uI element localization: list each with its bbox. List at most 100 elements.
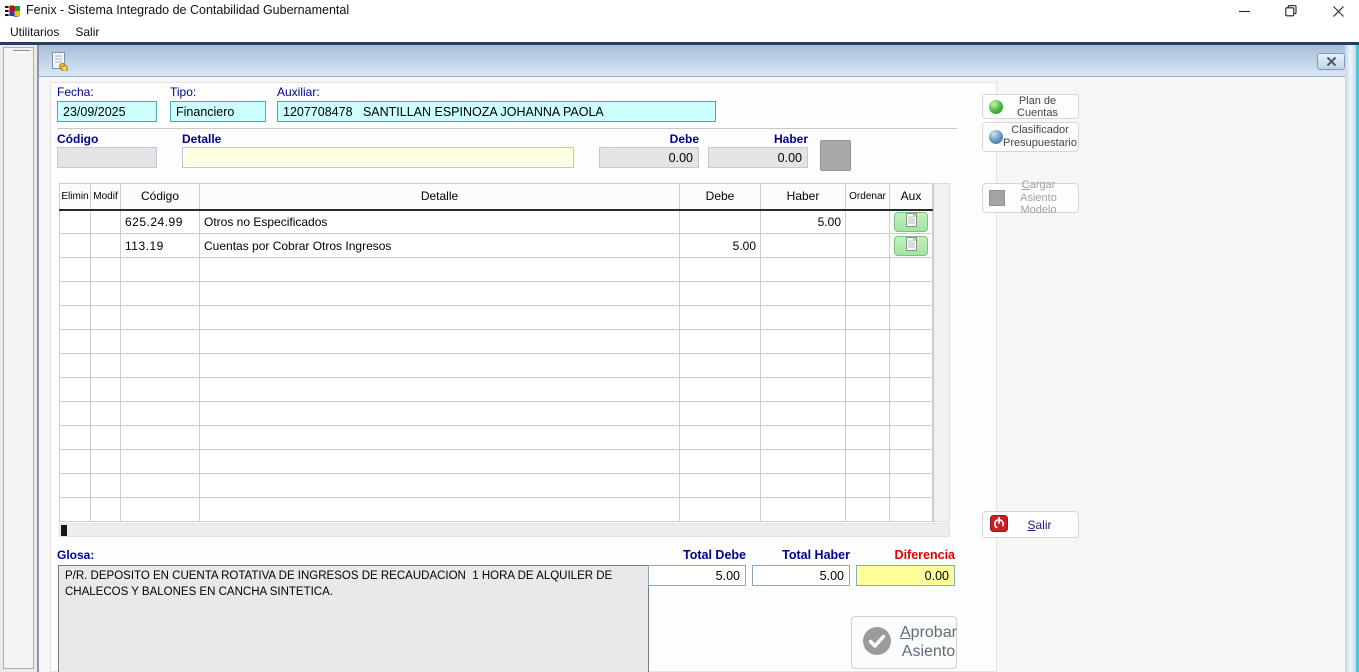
notepad-icon xyxy=(905,237,918,254)
grid-header-haber: Haber xyxy=(761,184,846,210)
detalle-input[interactable] xyxy=(182,147,574,168)
grid-header-debe: Debe xyxy=(680,184,761,210)
grid-cell-detalle xyxy=(200,402,680,426)
grid-row[interactable] xyxy=(60,306,933,330)
grid-cell-ordenar xyxy=(846,210,890,234)
glosa-label: Glosa: xyxy=(57,548,94,562)
grid-row[interactable]: 625.24.99Otros no Especificados5.00 xyxy=(60,210,933,234)
aux-detail-button[interactable] xyxy=(894,212,928,232)
asiento-grid: Elimin Modif Código Detalle Debe Haber O… xyxy=(59,183,950,522)
cargar-asiento-modelo-button[interactable]: Cargar Asiento Modelo xyxy=(982,183,1079,213)
grid-cell-aux xyxy=(890,450,933,474)
debe-input[interactable] xyxy=(599,147,699,168)
grid-row[interactable] xyxy=(60,282,933,306)
codigo-label: Código xyxy=(57,132,98,146)
grid-cell-debe xyxy=(680,354,761,378)
haber-input[interactable] xyxy=(708,147,808,168)
grid-cell-modif xyxy=(91,402,121,426)
grid-row[interactable] xyxy=(60,330,933,354)
total-debe-label: Total Debe xyxy=(648,548,746,562)
grid-horizontal-scrollbar[interactable] xyxy=(59,523,950,537)
grid-header-modif: Modif xyxy=(91,184,121,210)
total-debe-field[interactable] xyxy=(648,565,746,586)
clasificador-label: Clasificador Presupuestario xyxy=(1003,124,1077,149)
grid-row[interactable] xyxy=(60,426,933,450)
add-entry-button[interactable] xyxy=(820,140,851,171)
grid-row[interactable] xyxy=(60,498,933,522)
grid-cell-debe xyxy=(680,474,761,498)
auxiliar-input[interactable] xyxy=(277,101,716,122)
blue-sphere-icon xyxy=(989,130,1003,144)
fecha-input[interactable] xyxy=(57,101,157,122)
grid-cell-codigo xyxy=(121,354,200,378)
grid-cell-haber xyxy=(761,402,846,426)
grid-cell-haber xyxy=(761,234,846,258)
grid-vertical-scrollbar[interactable] xyxy=(933,183,950,522)
grid-row[interactable] xyxy=(60,258,933,282)
grid-cell-aux xyxy=(890,474,933,498)
grid-cell-aux xyxy=(890,498,933,522)
grid-cell-detalle xyxy=(200,378,680,402)
grid-cell-haber xyxy=(761,306,846,330)
grid-cell-codigo xyxy=(121,474,200,498)
grid-cell-debe xyxy=(680,330,761,354)
grid-header-ordenar: Ordenar xyxy=(846,184,890,210)
glosa-textarea[interactable] xyxy=(58,565,649,672)
grid-cell-codigo xyxy=(121,258,200,282)
minimize-button[interactable] xyxy=(1228,0,1260,22)
grid-cell-detalle: Cuentas por Cobrar Otros Ingresos xyxy=(200,234,680,258)
grid-cell-codigo xyxy=(121,426,200,450)
grid-row[interactable] xyxy=(60,474,933,498)
notepad-icon xyxy=(905,213,918,230)
debe-label: Debe xyxy=(599,132,699,146)
green-sphere-icon xyxy=(989,100,1003,114)
diferencia-field[interactable] xyxy=(856,565,955,586)
grid-cell-debe xyxy=(680,282,761,306)
grid-cell-elimin xyxy=(60,402,91,426)
hscroll-thumb[interactable] xyxy=(61,525,67,536)
splitter-grip[interactable] xyxy=(13,50,30,53)
child-close-button[interactable] xyxy=(1317,53,1345,70)
grid-cell-detalle xyxy=(200,354,680,378)
restore-button[interactable] xyxy=(1275,0,1307,22)
grid-row[interactable] xyxy=(60,402,933,426)
left-collapsed-panel xyxy=(3,47,34,669)
grid-cell-modif xyxy=(91,258,121,282)
clasificador-presupuestario-button[interactable]: Clasificador Presupuestario xyxy=(982,122,1079,152)
aux-detail-button[interactable] xyxy=(894,236,928,256)
grid-cell-codigo xyxy=(121,330,200,354)
grid-cell-debe xyxy=(680,258,761,282)
mdi-scrollbar[interactable] xyxy=(1345,45,1356,672)
menu-item-utilitarios[interactable]: Utilitarios xyxy=(2,23,67,41)
grid-cell-debe xyxy=(680,210,761,234)
grid-cell-haber xyxy=(761,330,846,354)
menu-item-salir[interactable]: Salir xyxy=(67,23,107,41)
grid-header-row: Elimin Modif Código Detalle Debe Haber O… xyxy=(60,184,933,210)
grid-cell-detalle xyxy=(200,258,680,282)
grid-cell-detalle xyxy=(200,498,680,522)
grid-cell-haber xyxy=(761,426,846,450)
grid-cell-codigo: 625.24.99 xyxy=(121,210,200,234)
codigo-input[interactable] xyxy=(57,147,157,168)
power-icon xyxy=(990,515,1008,535)
grid-cell-haber xyxy=(761,354,846,378)
grid-cell-debe xyxy=(680,498,761,522)
salir-button[interactable]: Salir xyxy=(982,511,1079,538)
total-haber-field[interactable] xyxy=(752,565,850,586)
grid-row[interactable]: 113.19Cuentas por Cobrar Otros Ingresos5… xyxy=(60,234,933,258)
grid-cell-elimin xyxy=(60,426,91,450)
grid-row[interactable] xyxy=(60,378,933,402)
plan-de-cuentas-button[interactable]: Plan de Cuentas xyxy=(982,94,1079,119)
grid-cell-aux xyxy=(890,330,933,354)
grid-cell-ordenar xyxy=(846,474,890,498)
grid-cell-detalle xyxy=(200,474,680,498)
aprobar-asiento-button[interactable]: Aprobar Asiento xyxy=(851,616,957,669)
grid-row[interactable] xyxy=(60,450,933,474)
tipo-input[interactable] xyxy=(170,101,266,122)
close-button[interactable] xyxy=(1322,0,1354,22)
grid-cell-aux xyxy=(890,234,933,258)
grid-cell-ordenar xyxy=(846,330,890,354)
grid-row[interactable] xyxy=(60,354,933,378)
grid-cell-codigo xyxy=(121,378,200,402)
detalle-label: Detalle xyxy=(182,132,221,146)
